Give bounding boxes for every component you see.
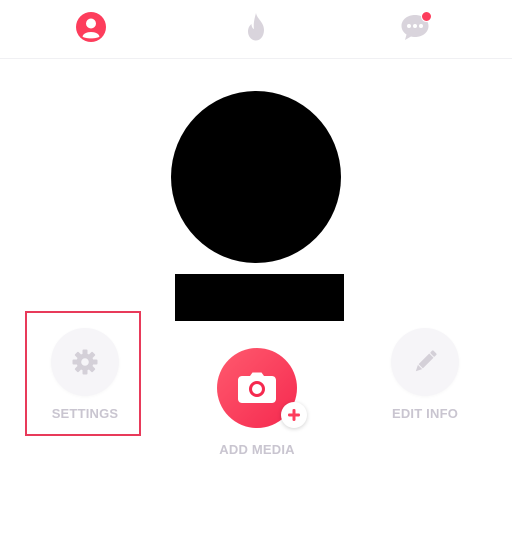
profile-icon	[76, 12, 106, 42]
settings-highlight-box	[25, 311, 141, 436]
edit-info-circle[interactable]	[391, 328, 459, 396]
add-media-circle[interactable]	[217, 348, 307, 428]
add-plus-badge[interactable]	[281, 402, 307, 428]
edit-info-label: EDIT INFO	[391, 406, 459, 421]
nav-discover-tab[interactable]	[239, 10, 273, 44]
nav-profile-tab[interactable]	[74, 10, 108, 44]
profile-photo[interactable]	[171, 91, 341, 263]
profile-name	[175, 274, 344, 321]
edit-info-button[interactable]: EDIT INFO	[385, 328, 465, 421]
flame-icon	[248, 13, 264, 41]
nav-messages-tab[interactable]	[398, 10, 432, 44]
notification-dot	[421, 11, 432, 22]
top-nav-bar	[0, 0, 512, 59]
pencil-icon	[415, 350, 437, 372]
camera-icon	[238, 372, 276, 403]
plus-icon	[288, 409, 300, 421]
add-media-label: ADD MEDIA	[219, 442, 295, 457]
add-media-button[interactable]: ADD MEDIA	[210, 348, 307, 457]
